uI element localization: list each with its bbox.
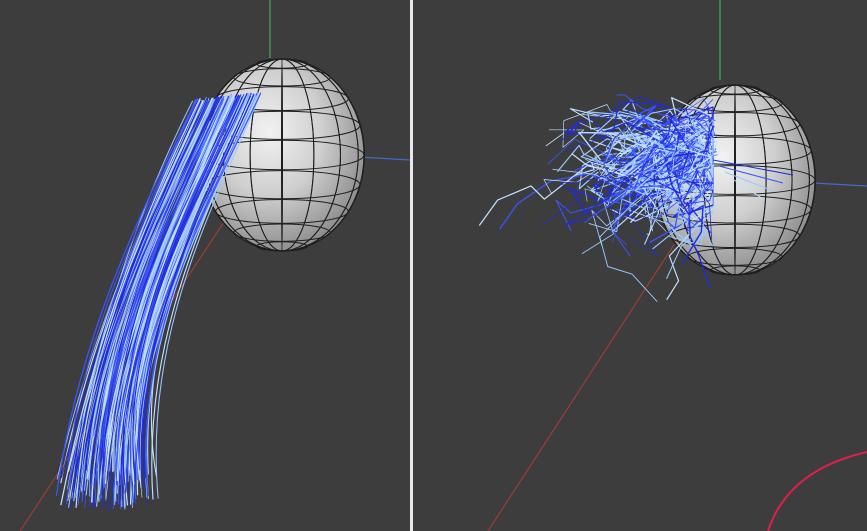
z-axis (812, 182, 867, 187)
x-axis (487, 199, 704, 531)
viewport-container (0, 0, 867, 531)
scene-right[interactable] (413, 0, 867, 531)
z-axis (359, 156, 410, 161)
sphere-longitude (281, 58, 283, 252)
selection-curve[interactable] (767, 451, 867, 531)
scene-left[interactable] (0, 0, 410, 531)
viewport-right[interactable] (413, 0, 867, 531)
viewport-left[interactable] (0, 0, 410, 531)
hair-strands[interactable] (55, 92, 262, 510)
